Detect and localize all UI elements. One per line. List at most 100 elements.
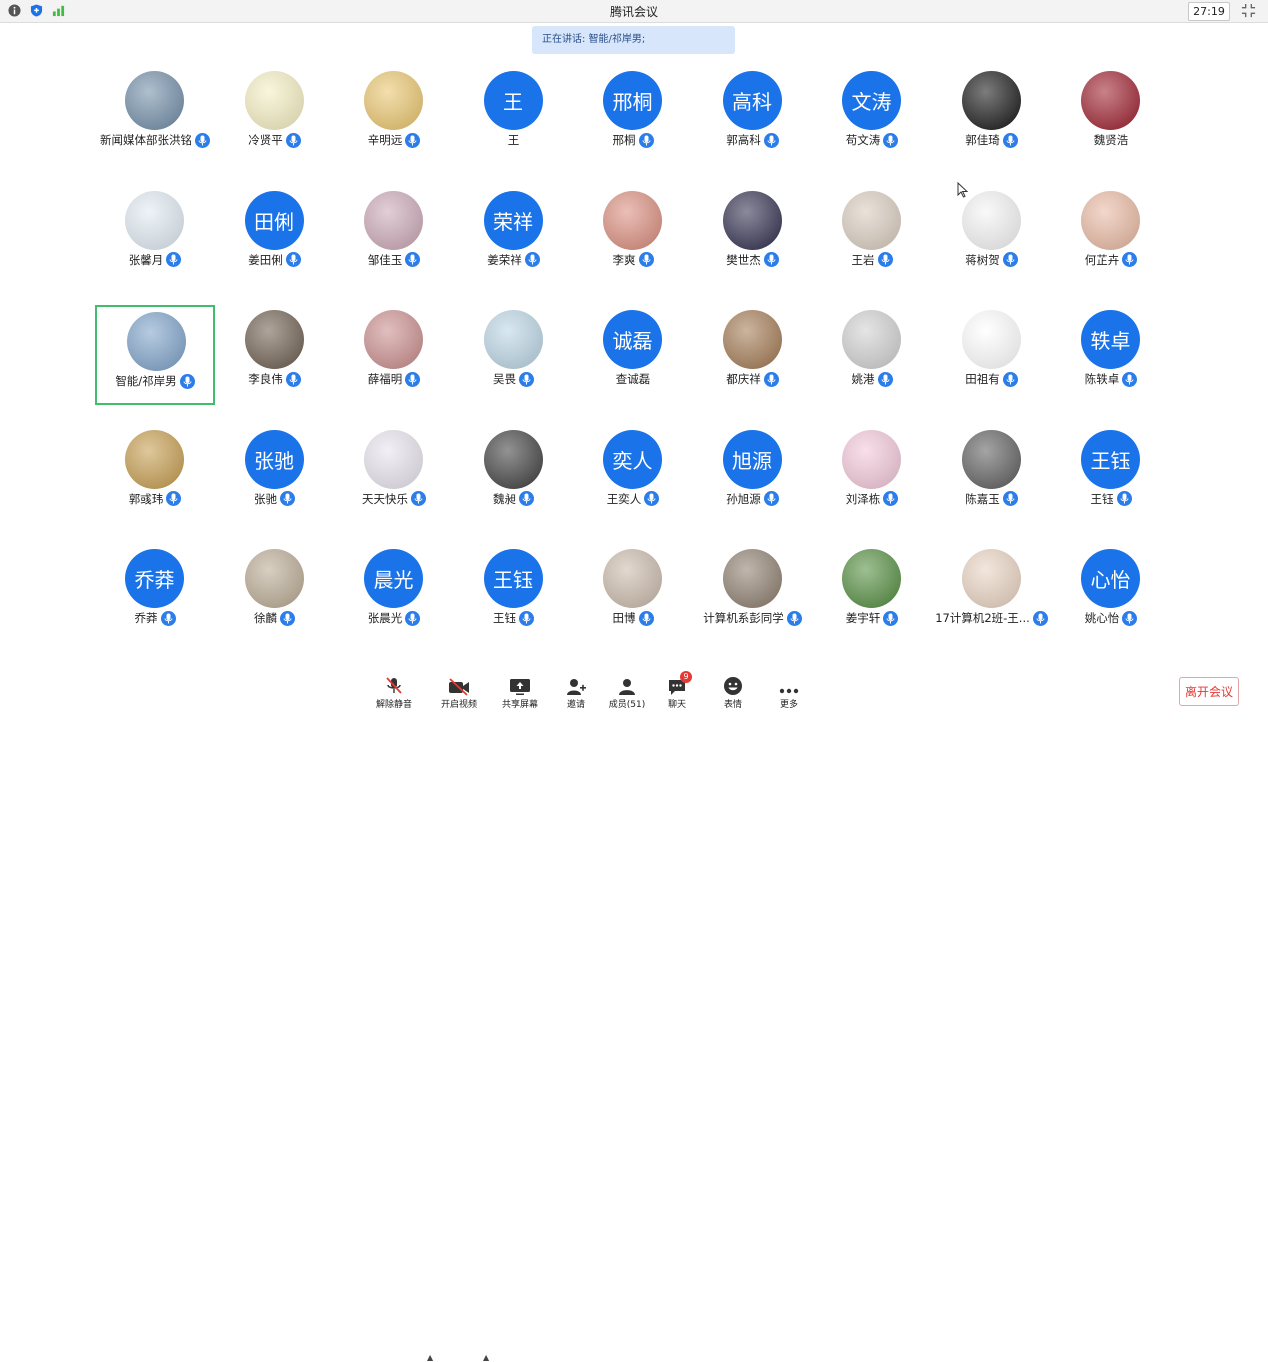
mic-icon bbox=[160, 610, 176, 626]
participant-tile[interactable]: 田俐姜田俐 bbox=[215, 186, 335, 286]
participant-name: 薛福明 bbox=[367, 372, 403, 386]
avatar: 文涛 bbox=[842, 71, 901, 130]
participant-tile[interactable]: 李爽 bbox=[573, 186, 693, 286]
participant-name-line: 张驰 bbox=[215, 491, 335, 507]
reactions-button[interactable]: 表情 bbox=[709, 674, 757, 710]
participant-name-line: 天天快乐 bbox=[334, 491, 454, 507]
avatar: 田俐 bbox=[244, 190, 304, 250]
participant-tile[interactable]: 奕人 王奕人 bbox=[573, 425, 693, 525]
participant-tile[interactable]: 郭彧玮 bbox=[95, 425, 215, 525]
participant-tile[interactable]: 辛明远 bbox=[334, 66, 454, 166]
participant-tile[interactable]: 魏贤浩 bbox=[1051, 66, 1171, 166]
mouse-cursor-icon bbox=[957, 182, 969, 198]
participant-name: 姜宇轩 bbox=[845, 611, 881, 625]
participant-tile[interactable]: 姜宇轩 bbox=[812, 544, 932, 644]
participant-name-line: 蒋树贺 bbox=[932, 252, 1052, 268]
participant-name-line: 王 bbox=[454, 132, 574, 148]
participant-tile[interactable]: 计算机系彭同学 bbox=[693, 544, 813, 644]
participant-tile[interactable]: 李良伟 bbox=[215, 305, 335, 405]
participant-tile[interactable]: 何芷卉 bbox=[1051, 186, 1171, 286]
more-button[interactable]: 更多 bbox=[765, 674, 813, 710]
participant-tile[interactable]: 轶卓 陈轶卓 bbox=[1051, 305, 1171, 405]
members-button[interactable]: 成员(51) bbox=[603, 674, 651, 710]
participant-tile[interactable]: 智能/祁岸男 bbox=[95, 305, 215, 405]
chat-button[interactable]: 9 聊天 bbox=[653, 671, 701, 710]
mic-icon bbox=[644, 491, 660, 506]
participant-tile[interactable]: 高科 郭高科 bbox=[693, 66, 813, 166]
avatar bbox=[842, 549, 901, 608]
participant-tile[interactable]: 王钰 王钰 bbox=[454, 544, 574, 644]
participant-tile[interactable]: 王钰 王钰 bbox=[1051, 425, 1171, 525]
participant-tile[interactable]: 乔莽 乔莽 bbox=[95, 544, 215, 644]
participant-name-line: 姚港 bbox=[812, 371, 932, 387]
participant-name: 姜田俐 bbox=[248, 252, 283, 267]
participant-name-line: 智能/祁岸男 bbox=[97, 373, 213, 389]
mic-icon bbox=[411, 491, 426, 506]
participant-name: 王奕人 bbox=[606, 491, 642, 506]
participant-name-line: 王钰 bbox=[454, 610, 574, 626]
mic-icon bbox=[638, 132, 654, 148]
participant-tile[interactable]: 张馨月 bbox=[95, 186, 215, 286]
participant-tile[interactable]: 蒋树贺 bbox=[932, 186, 1052, 286]
participant-name: 孙旭源 bbox=[726, 491, 761, 506]
participant-tile[interactable]: 天天快乐 bbox=[334, 425, 454, 525]
mic-icon bbox=[763, 371, 779, 387]
invite-label: 邀请 bbox=[566, 700, 585, 710]
leave-meeting-button[interactable]: 离开会议 bbox=[1179, 677, 1239, 706]
participant-tile[interactable]: 旭源 孙旭源 bbox=[693, 425, 813, 525]
participant-tile[interactable]: 刘泽栋 bbox=[812, 425, 932, 525]
participant-name: 吴畏 bbox=[493, 372, 516, 386]
mic-icon bbox=[1002, 371, 1018, 387]
participant-tile[interactable]: 陈嘉玉 bbox=[932, 425, 1052, 525]
participant-name: 陈嘉玉 bbox=[965, 491, 1000, 506]
participant-tile[interactable]: 荣祥 姜荣祥 bbox=[454, 186, 574, 286]
participant-tile[interactable]: 樊世杰 bbox=[693, 186, 813, 286]
participant-tile[interactable]: 晨光 张晨光 bbox=[334, 544, 454, 644]
chat-label: 聊天 bbox=[667, 700, 686, 710]
participant-name-line: 郭佳琦 bbox=[932, 132, 1052, 148]
video-options-caret[interactable]: ▲ bbox=[483, 1353, 489, 1362]
participant-name: 刘泽栋 bbox=[845, 491, 881, 506]
participant-tile[interactable]: 诚磊 查诚磊 bbox=[573, 305, 693, 405]
participant-tile[interactable]: 郭佳琦 bbox=[932, 66, 1052, 166]
participant-tile[interactable]: 徐麟 bbox=[215, 544, 335, 644]
participant-name-line: 乔莽 bbox=[95, 610, 215, 626]
mic-icon bbox=[1122, 252, 1138, 267]
avatar: 王 bbox=[483, 71, 543, 130]
share-screen-button[interactable]: 共享屏幕 bbox=[496, 674, 544, 710]
unmute-button[interactable]: 解除静音 bbox=[370, 674, 418, 710]
participant-tile[interactable]: 冷贤平 bbox=[215, 66, 335, 166]
mic-icon bbox=[524, 252, 540, 267]
participant-tile[interactable]: 王王 bbox=[454, 66, 574, 166]
participant-tile[interactable]: 邢桐 邢桐 bbox=[573, 66, 693, 166]
participant-tile[interactable]: 吴畏 bbox=[454, 305, 574, 405]
participant-name: 田博 bbox=[612, 611, 636, 625]
participant-tile[interactable]: 田博 bbox=[573, 544, 693, 644]
audio-options-caret[interactable]: ▲ bbox=[427, 1353, 433, 1362]
share-screen-label: 共享屏幕 bbox=[501, 700, 538, 710]
participant-tile[interactable]: 魏昶 bbox=[454, 425, 574, 525]
participant-tile[interactable]: 张驰 张驰 bbox=[215, 425, 335, 525]
participant-tile[interactable]: 田祖有 bbox=[932, 305, 1052, 405]
participant-tile[interactable]: 文涛 苟文涛 bbox=[812, 66, 932, 166]
participant-tile[interactable]: 薛福明 bbox=[334, 305, 454, 405]
invite-button[interactable]: 邀请 bbox=[552, 674, 600, 710]
start-video-label: 开启视频 bbox=[440, 700, 477, 710]
participant-tile[interactable]: 心怡 姚心怡 bbox=[1051, 544, 1171, 644]
participant-tile[interactable]: 姚港 bbox=[812, 305, 932, 405]
participant-name-line: 都庆祥 bbox=[693, 371, 813, 387]
members-icon bbox=[619, 679, 635, 695]
avatar bbox=[364, 71, 423, 130]
participant-tile[interactable]: 都庆祥 bbox=[693, 305, 813, 405]
participant-name-line: 姜宇轩 bbox=[812, 610, 932, 626]
participant-tile[interactable]: 邹佳玉 bbox=[334, 186, 454, 286]
exit-fullscreen-icon[interactable] bbox=[1241, 3, 1256, 18]
mic-icon bbox=[195, 132, 210, 148]
participant-tile[interactable]: 王岩 bbox=[812, 186, 932, 286]
participant-tile[interactable]: 新闻媒体部张洪铭 bbox=[95, 66, 215, 166]
start-video-button[interactable]: 开启视频 bbox=[435, 674, 483, 710]
participant-name: 李良伟 bbox=[248, 372, 283, 386]
chat-unread-badge: 9 bbox=[680, 671, 692, 683]
mic-icon bbox=[883, 132, 899, 148]
participant-tile[interactable]: 17计算机2班-王... bbox=[932, 544, 1052, 644]
